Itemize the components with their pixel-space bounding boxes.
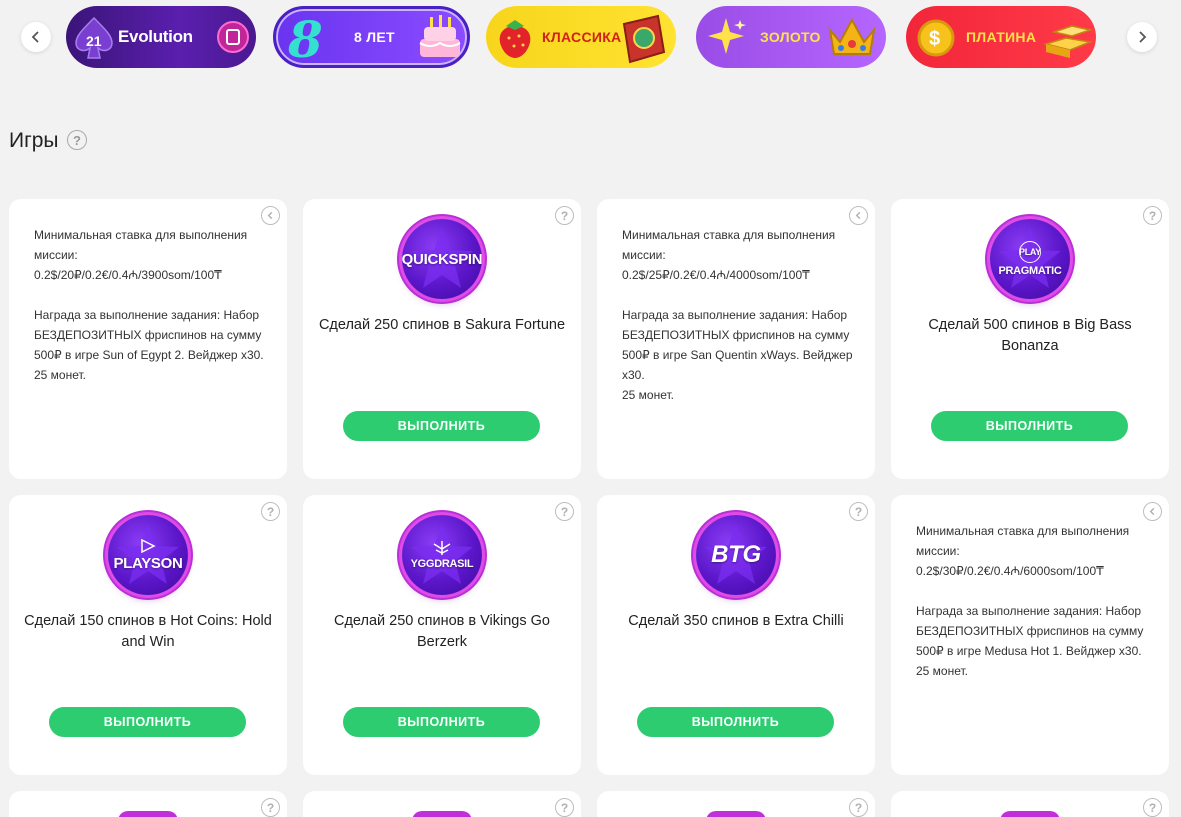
question-icon[interactable]: ? [1143, 798, 1162, 817]
provider-name-top: PLAY [1019, 241, 1041, 263]
carousel-prev-button[interactable] [21, 22, 51, 52]
coins-text: 25 монет. [916, 664, 969, 678]
mission-details: Минимальная ставка для выполнения миссии… [622, 225, 853, 405]
mission-title: Сделай 250 спинов в Vikings Go Berzerk [334, 613, 550, 650]
promo-evolution-label: Evolution [118, 27, 193, 46]
promo-platina-label: ПЛАТИНА [966, 29, 1037, 45]
mission-card-details: Минимальная ставка для выполнения миссии… [597, 199, 875, 479]
mission-title: Сделай 350 спинов в Extra Chilli [628, 613, 844, 629]
reward-text: Награда за выполнение задания: Набор БЕЗ… [916, 604, 1144, 658]
provider-name: PRAGMATIC [998, 265, 1062, 277]
coins-text: 25 монет. [622, 388, 675, 402]
spade-icon: 21 [75, 16, 113, 59]
mission-title: Сделай 150 спинов в Hot Coins: Hold and … [24, 613, 272, 650]
back-arrow-icon[interactable] [261, 206, 280, 225]
promo-klassika[interactable]: КЛАССИКА [486, 6, 676, 68]
svg-text:$: $ [929, 28, 940, 50]
question-icon[interactable]: ? [555, 502, 574, 521]
question-icon[interactable]: ? [261, 502, 280, 521]
provider-name: QUICKSPIN [402, 250, 482, 268]
back-arrow-icon[interactable] [849, 206, 868, 225]
min-bet-value: 0.2$/30₽/0.2€/0.4₼/6000som/100₸ [916, 564, 1104, 578]
mission-title: Сделай 250 спинов в Sakura Fortune [318, 317, 566, 333]
complete-mission-button[interactable]: ВЫПОЛНИТЬ [49, 707, 246, 737]
section-title: Игры [9, 129, 59, 152]
min-bet-label: Минимальная ставка для выполнения миссии… [622, 228, 836, 262]
mission-card-partial: ? [9, 791, 287, 817]
question-icon[interactable]: ? [261, 798, 280, 817]
min-bet-label: Минимальная ставка для выполнения миссии… [916, 524, 1130, 558]
svg-text:21: 21 [86, 33, 102, 49]
provider-logo-pragmatic: PLAY PRAGMATIC [990, 219, 1070, 299]
promo-8-years-label: 8 ЛЕТ [354, 29, 395, 45]
sparkle-icon [708, 18, 746, 54]
min-bet-value: 0.2$/20₽/0.2€/0.4₼/3900som/100₸ [34, 268, 222, 282]
evolution-badge-icon [217, 21, 249, 53]
mission-card: ? QUICKSPIN Сделай 250 спинов в Sakura F… [303, 199, 581, 479]
section-help-icon[interactable]: ? [67, 130, 87, 150]
play-icon [141, 538, 156, 553]
question-icon[interactable]: ? [555, 798, 574, 817]
provider-name: YGGDRASIL [410, 558, 474, 570]
reward-text: Награда за выполнение задания: Набор БЕЗ… [622, 308, 853, 382]
coins-text: 25 монет. [34, 368, 87, 382]
complete-mission-button[interactable]: ВЫПОЛНИТЬ [931, 411, 1128, 441]
mission-details: Минимальная ставка для выполнения миссии… [34, 225, 265, 385]
question-icon[interactable]: ? [849, 798, 868, 817]
promo-platina[interactable]: $ ПЛАТИНА [906, 6, 1096, 68]
min-bet-label: Минимальная ставка для выполнения миссии… [34, 228, 248, 262]
question-icon[interactable]: ? [555, 206, 574, 225]
provider-logo-partial [412, 811, 472, 817]
book-icon [622, 14, 666, 64]
mission-card-partial: ? [891, 791, 1169, 817]
mission-details: Минимальная ставка для выполнения миссии… [916, 521, 1147, 681]
carousel-next-button[interactable] [1127, 22, 1157, 52]
question-icon[interactable]: ? [849, 502, 868, 521]
provider-logo-yggdrasil: YGGDRASIL [402, 515, 482, 595]
provider-logo-partial [1000, 811, 1060, 817]
provider-logo-quickspin: QUICKSPIN [402, 219, 482, 299]
mission-card-details: Минимальная ставка для выполнения миссии… [891, 495, 1169, 775]
complete-mission-button[interactable]: ВЫПОЛНИТЬ [343, 411, 540, 441]
mission-card-partial: ? [303, 791, 581, 817]
mission-card-details: Минимальная ставка для выполнения миссии… [9, 199, 287, 479]
provider-logo-btg: BTG [696, 515, 776, 595]
provider-name: BTG [711, 541, 761, 568]
tree-icon [433, 541, 451, 555]
coin-icon: $ [917, 19, 955, 57]
promo-klassika-label: КЛАССИКА [542, 29, 622, 45]
crown-icon [828, 17, 876, 55]
provider-logo-partial [706, 811, 766, 817]
promo-evolution[interactable]: 21 Evolution [66, 6, 256, 68]
mission-title: Сделай 500 спинов в Big Bass Bonanza [928, 317, 1132, 354]
min-bet-value: 0.2$/25₽/0.2€/0.4₼/4000som/100₸ [622, 268, 810, 282]
mission-card: ? YGGDRASIL Сделай 250 спинов в Vikings … [303, 495, 581, 775]
eight-icon: 8 [287, 11, 323, 65]
promo-zoloto[interactable]: ЗОЛОТО [696, 6, 886, 68]
mission-card-partial: ? [597, 791, 875, 817]
reward-text: Награда за выполнение задания: Набор БЕЗ… [34, 308, 264, 362]
mission-card: ? PLAY PRAGMATIC Сделай 500 спинов в Big… [891, 199, 1169, 479]
complete-mission-button[interactable]: ВЫПОЛНИТЬ [637, 707, 834, 737]
promo-zoloto-label: ЗОЛОТО [760, 29, 821, 45]
back-arrow-icon[interactable] [1143, 502, 1162, 521]
provider-logo-playson: PLAYSON [108, 515, 188, 595]
question-icon[interactable]: ? [1143, 206, 1162, 225]
birthday-cake-icon [419, 15, 461, 57]
mission-card: ? BTG Сделай 350 спинов в Extra Chilli В… [597, 495, 875, 775]
complete-mission-button[interactable]: ВЫПОЛНИТЬ [343, 707, 540, 737]
gold-bars-icon [1043, 25, 1093, 58]
chevron-right-icon [1139, 31, 1147, 43]
strawberry-icon [499, 20, 531, 58]
provider-name: PLAYSON [113, 554, 183, 572]
promo-8-years[interactable]: 8 8 ЛЕТ [273, 6, 470, 68]
provider-logo-partial [118, 811, 178, 817]
chevron-left-icon [31, 31, 39, 43]
svg-text:8: 8 [287, 11, 323, 65]
mission-card: ? PLAYSON Сделай 150 спинов в Hot Coins:… [9, 495, 287, 775]
